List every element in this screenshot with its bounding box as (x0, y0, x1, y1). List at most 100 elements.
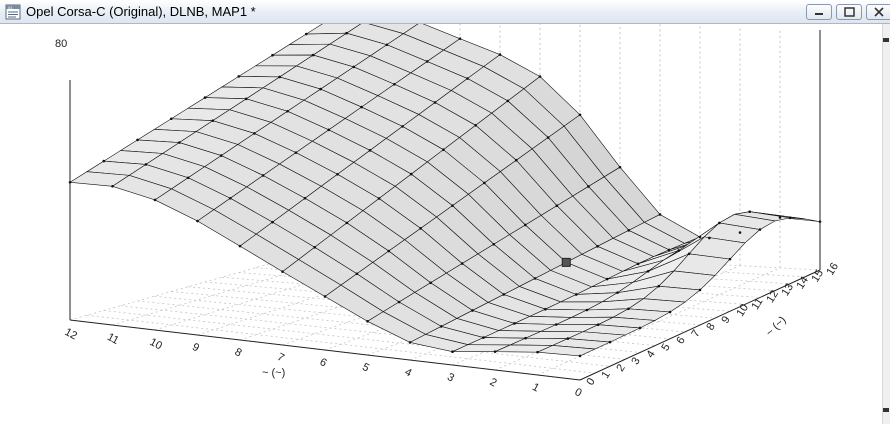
surface-plot-area[interactable]: 12 11 10 9 8 7 6 5 4 3 2 1 0 0 1 2 3 4 5 6 7 8 9 10 11 12 13 14 15 16… (0, 24, 890, 424)
surface-point (578, 354, 582, 358)
surface-point (278, 75, 281, 79)
y-tick-label: 14 (794, 275, 811, 292)
surface-point (585, 308, 589, 312)
x-tick-label: 7 (275, 351, 286, 364)
surface-point (605, 277, 609, 281)
surface-point (758, 228, 762, 231)
scrollbar[interactable] (882, 24, 890, 424)
scroll-marker-top (883, 38, 889, 42)
svg-text:01: 01 (8, 5, 13, 10)
surface-point (153, 198, 157, 202)
x-tick-label: 4 (403, 366, 414, 379)
minimize-button[interactable] (806, 4, 832, 20)
y-tick-label: 6 (674, 335, 687, 347)
surface-point (657, 284, 661, 288)
close-icon (874, 7, 884, 17)
surface-point (738, 231, 742, 234)
surface-point (596, 245, 599, 248)
x-tick-label: 9 (190, 341, 201, 354)
surface-point (646, 269, 650, 273)
x-tick-label: 5 (360, 361, 371, 374)
surface-point (345, 221, 349, 225)
x-tick-label: 2 (488, 376, 499, 389)
surface-point (493, 350, 497, 353)
map-document-icon: 01 (5, 4, 21, 20)
y-tick-label: 7 (689, 328, 702, 340)
x-tick-label: 1 (530, 381, 541, 394)
surface-point (667, 248, 671, 252)
surface-point (319, 87, 322, 91)
surface-point (502, 293, 506, 296)
surface-point (345, 31, 348, 35)
surface-point (608, 340, 612, 344)
y-tick-label: 16 (824, 261, 841, 278)
surface-point (425, 60, 429, 63)
surface-point (360, 105, 363, 109)
surface-point (616, 291, 619, 294)
surface-point (203, 96, 207, 99)
cell-cursor[interactable] (561, 257, 571, 267)
y-tick-label: 2 (614, 362, 627, 374)
surface-point (385, 43, 389, 47)
surface-point (460, 262, 464, 265)
surface-point (336, 172, 339, 176)
surface-point (294, 151, 298, 154)
surface-point (818, 220, 822, 223)
y-axis-label: ~ (~) (764, 314, 789, 339)
surface-point (506, 99, 510, 103)
surface-point (627, 229, 631, 232)
surface-point (728, 257, 732, 261)
maximize-button[interactable] (836, 4, 862, 20)
surface-point (482, 336, 485, 339)
surface-point (311, 53, 315, 57)
surface-point (68, 180, 72, 184)
x-tick-label: 6 (318, 356, 329, 369)
surface-point (408, 341, 412, 344)
surface-point (327, 128, 331, 132)
surface-point (524, 336, 527, 340)
x-tick-label: 8 (233, 346, 244, 359)
maximize-icon (844, 7, 855, 17)
surface-point (323, 295, 327, 298)
surface-point (538, 75, 542, 78)
x-tick-label: 11 (105, 331, 121, 347)
surface-point (533, 277, 537, 280)
surface-point (271, 220, 274, 224)
window-title: Opel Corsa-C (Original), DLNB, MAP1 * (26, 4, 256, 19)
surface-point (102, 159, 106, 163)
surface-point (286, 109, 289, 113)
surface-point (708, 236, 711, 240)
surface-point (419, 227, 422, 230)
surface-point (638, 326, 642, 330)
surface-point (387, 249, 391, 253)
surface-point (253, 132, 256, 135)
surface-point (544, 307, 547, 311)
surface-point (409, 172, 413, 176)
surface-point (618, 165, 622, 169)
surface-point (366, 320, 369, 323)
x-axis-label: ~ (~) (262, 367, 285, 379)
surface-point (555, 204, 559, 208)
y-tick-label: 1 (599, 369, 612, 381)
surface-point (303, 196, 307, 200)
surface-point (546, 136, 550, 139)
surface-point (397, 300, 401, 304)
surface-point (658, 213, 662, 216)
surface-point (578, 113, 582, 117)
surface-point (627, 307, 630, 311)
surface-point (451, 204, 454, 207)
surface-point (677, 249, 681, 252)
surface-point (536, 350, 539, 354)
surface-point (244, 97, 248, 101)
surface-point (304, 32, 308, 36)
surface-point (211, 119, 215, 122)
x-tick-label: 0 (573, 386, 584, 399)
surface-point (554, 323, 558, 326)
close-button[interactable] (866, 4, 890, 20)
surface-point (513, 322, 516, 325)
surface-point (281, 270, 284, 273)
surface-point (574, 293, 578, 296)
y-tick-label: 5 (659, 342, 672, 354)
surface-point (169, 117, 173, 121)
surface-point (355, 272, 359, 276)
